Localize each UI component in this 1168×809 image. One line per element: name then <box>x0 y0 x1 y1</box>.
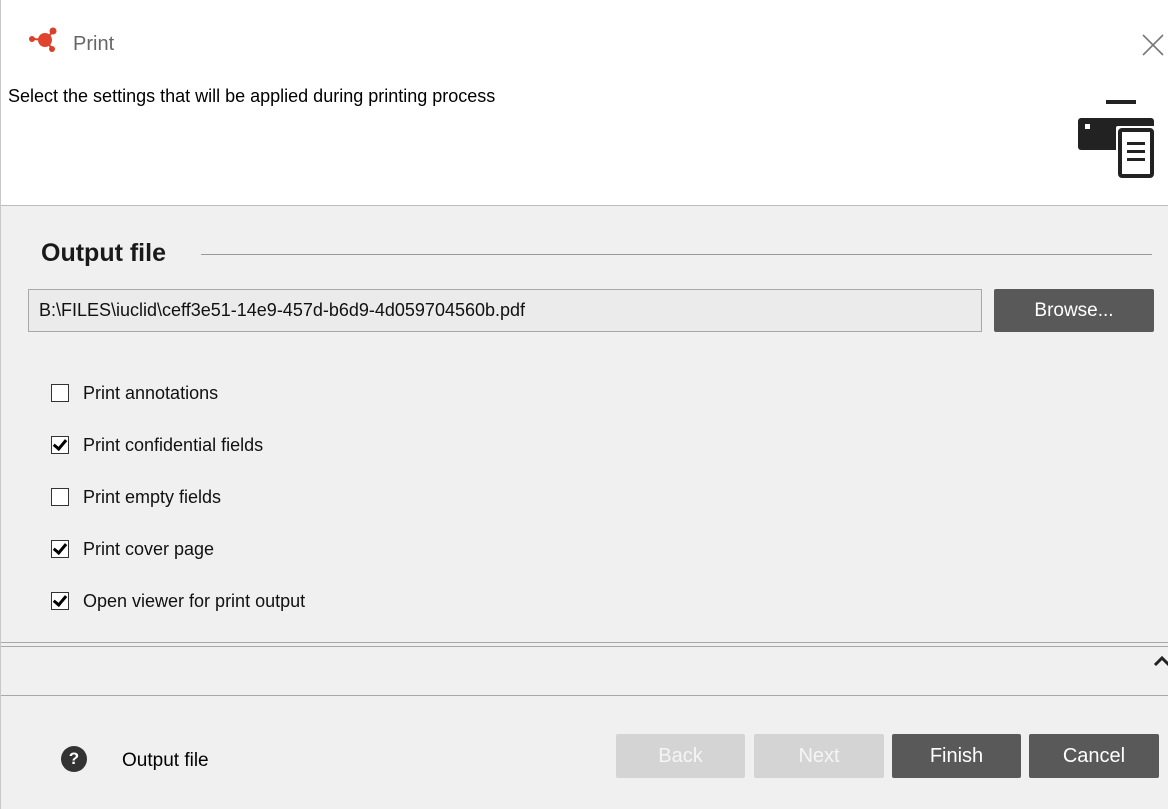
checkbox-label: Print annotations <box>83 382 219 403</box>
back-button[interactable]: Back <box>616 734 745 778</box>
checkbox-print-empty-fields[interactable]: Print empty fields <box>51 485 221 509</box>
output-path-input[interactable] <box>28 289 982 332</box>
chevron-up-icon[interactable] <box>1153 654 1168 668</box>
close-icon[interactable] <box>1129 24 1168 64</box>
checkbox-open-viewer[interactable]: Open viewer for print output <box>51 589 305 613</box>
help-context-text: Output file <box>122 750 209 771</box>
instruction-text: Select the settings that will be applied… <box>8 86 496 106</box>
checkbox-box[interactable] <box>51 488 69 506</box>
section-divider <box>201 254 1152 255</box>
cancel-button[interactable]: Cancel <box>1029 734 1159 778</box>
printer-icon <box>1078 100 1156 180</box>
finish-button[interactable]: Finish <box>892 734 1021 778</box>
section-title-output-file: Output file <box>41 239 166 267</box>
checkbox-box[interactable] <box>51 384 69 402</box>
molecule-icon <box>29 27 57 52</box>
checkbox-label: Print empty fields <box>83 486 222 507</box>
checkbox-box[interactable] <box>51 540 69 558</box>
help-icon[interactable]: ? <box>61 746 87 772</box>
checkbox-label: Print confidential fields <box>83 434 264 455</box>
checkbox-print-cover-page[interactable]: Print cover page <box>51 537 214 561</box>
checkbox-box[interactable] <box>51 592 69 610</box>
collapsible-panel <box>1 646 1168 696</box>
divider <box>1 642 1168 643</box>
print-dialog: Print Select the settings that will be a… <box>0 0 1168 809</box>
browse-button[interactable]: Browse... <box>994 289 1154 332</box>
checkbox-label: Print cover page <box>83 538 215 559</box>
checkbox-box[interactable] <box>51 436 69 454</box>
checkbox-label: Open viewer for print output <box>83 590 306 611</box>
dialog-title: Print <box>73 33 115 55</box>
checkbox-print-annotations[interactable]: Print annotations <box>51 381 218 405</box>
next-button[interactable]: Next <box>754 734 884 778</box>
checkbox-print-confidential-fields[interactable]: Print confidential fields <box>51 433 263 457</box>
